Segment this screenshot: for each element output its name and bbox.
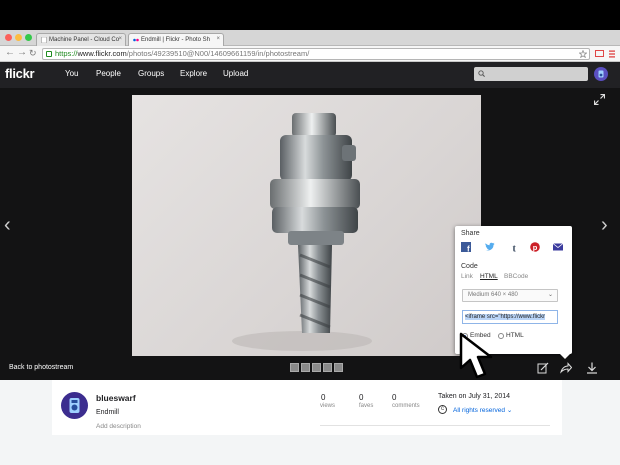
flickr-logo[interactable]: flickr	[5, 66, 35, 81]
nav-people[interactable]: People	[96, 69, 121, 78]
faves-count: 0	[359, 393, 364, 402]
avatar-icon	[61, 392, 88, 419]
code-tab-link[interactable]: Link	[461, 273, 473, 280]
add-description-link[interactable]: Add description	[96, 423, 141, 430]
share-icon[interactable]	[560, 362, 572, 374]
browser-tab-flickr[interactable]: Endmill | Flickr - Photo Sh ×	[128, 33, 224, 46]
embed-size-value: Medium 640 × 480	[468, 292, 518, 298]
document-icon	[41, 37, 47, 43]
nav-groups[interactable]: Groups	[138, 69, 164, 78]
browser-tab-machine-panel[interactable]: Machine Panel - Cloud Co ×	[36, 33, 126, 46]
user-avatar-button[interactable]	[594, 67, 608, 81]
close-window-button[interactable]	[5, 34, 12, 41]
thumbnail[interactable]	[290, 363, 299, 372]
license-label: All rights reserved	[453, 407, 506, 414]
cast-icon[interactable]	[595, 50, 604, 58]
license-link[interactable]: All rights reserved ⌄	[453, 406, 512, 414]
nav-you[interactable]: You	[65, 69, 79, 78]
mouse-cursor-icon	[459, 332, 493, 379]
url-host: www.flickr.com	[77, 49, 127, 58]
chevron-down-icon: ⌄	[506, 407, 513, 414]
reload-icon[interactable]: ↻	[29, 47, 37, 59]
minimize-window-button[interactable]	[15, 34, 22, 41]
zoom-window-button[interactable]	[25, 34, 32, 41]
svg-text:f: f	[467, 245, 470, 253]
email-icon[interactable]	[553, 242, 563, 252]
photostream-thumbnails	[290, 363, 343, 372]
tumblr-icon[interactable]: t	[510, 242, 520, 253]
flickr-favicon-icon	[133, 38, 139, 42]
close-tab-icon[interactable]: ×	[118, 36, 122, 42]
nav-explore[interactable]: Explore	[180, 69, 207, 78]
menu-icon[interactable]	[609, 50, 615, 58]
thumbnail[interactable]	[334, 363, 343, 372]
svg-text:p: p	[533, 243, 538, 252]
avatar-icon	[594, 67, 608, 81]
browser-tab-label: Machine Panel - Cloud Co	[49, 37, 120, 43]
owner-username[interactable]: blueswarf	[96, 393, 136, 403]
html-radio-label: HTML	[506, 332, 524, 339]
copyright-icon: c	[438, 405, 447, 414]
owner-avatar[interactable]	[61, 392, 88, 419]
forward-arrow-icon[interactable]: →	[17, 47, 27, 59]
views-count: 0	[321, 393, 326, 402]
edit-icon[interactable]	[537, 362, 549, 374]
embed-code-text: <iframe src="https://www.flickr	[465, 314, 546, 320]
embed-size-select[interactable]: Medium 640 × 480 ⌄	[462, 289, 558, 302]
views-label: views	[320, 403, 336, 409]
address-bar[interactable]: https://www.flickr.com/photos/49239510@N…	[42, 48, 590, 60]
next-photo-arrow-icon[interactable]: ›	[601, 214, 608, 237]
twitter-icon[interactable]	[485, 242, 495, 252]
chevron-down-icon: ⌄	[547, 292, 553, 298]
thumbnail[interactable]	[312, 363, 321, 372]
code-tab-bbcode[interactable]: BBCode	[504, 273, 528, 280]
search-icon	[478, 70, 485, 77]
bookmark-star-icon[interactable]	[579, 50, 587, 58]
back-to-photostream-link[interactable]: Back to photostream	[9, 364, 73, 371]
screen: Machine Panel - Cloud Co × Endmill | Fli…	[0, 0, 620, 465]
download-icon[interactable]	[586, 362, 598, 374]
taken-date[interactable]: Taken on July 31, 2014	[438, 393, 510, 400]
thumbnail[interactable]	[323, 363, 332, 372]
info-divider	[320, 425, 550, 426]
photo-endmill[interactable]	[132, 95, 481, 356]
embed-code-field[interactable]: <iframe src="https://www.flickr	[462, 310, 558, 324]
close-tab-icon[interactable]: ×	[216, 36, 220, 42]
endmill-image	[232, 113, 372, 351]
share-title: Share	[461, 230, 480, 237]
faves-label: faves	[359, 403, 374, 409]
code-title: Code	[461, 263, 478, 270]
url-scheme: https://	[55, 49, 78, 58]
code-tab-html[interactable]: HTML	[480, 273, 498, 280]
nav-upload[interactable]: Upload	[223, 69, 248, 78]
previous-photo-arrow-icon[interactable]: ‹	[4, 214, 11, 237]
photo-title: Endmill	[96, 409, 119, 416]
pinterest-icon[interactable]: p	[530, 242, 540, 252]
url-path: /photos/49239510@N00/14609661159/in/phot…	[126, 49, 310, 58]
back-arrow-icon[interactable]: ←	[5, 47, 15, 59]
search-input[interactable]	[474, 67, 588, 81]
comments-count: 0	[392, 393, 397, 402]
browser-tab-label: Endmill | Flickr - Photo Sh	[141, 37, 210, 43]
fullscreen-icon[interactable]	[594, 94, 605, 105]
facebook-icon[interactable]: f	[461, 242, 471, 252]
comments-label: comments	[392, 403, 420, 409]
thumbnail[interactable]	[301, 363, 310, 372]
lock-icon	[46, 51, 52, 57]
svg-text:t: t	[513, 244, 517, 253]
